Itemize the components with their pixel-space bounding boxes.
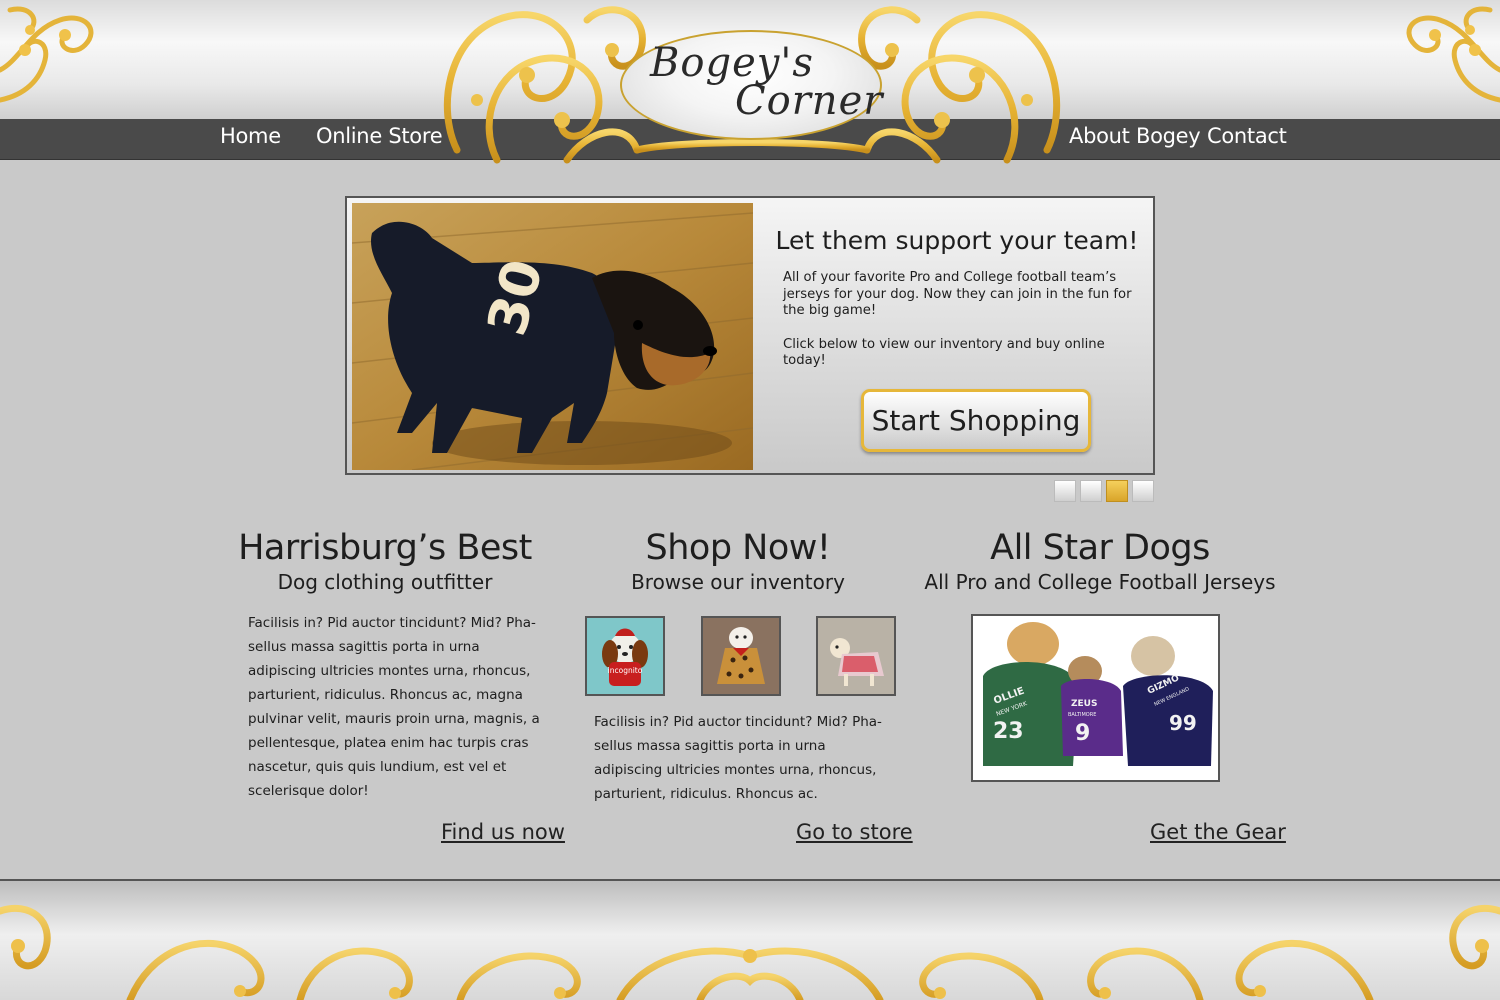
column-right-title: All Star Dogs	[990, 528, 1210, 568]
nav-home[interactable]: Home	[220, 124, 281, 148]
beagle-sweater-photo: incognito	[587, 618, 663, 694]
nav-online-store[interactable]: Online Store	[316, 124, 443, 148]
start-shopping-button[interactable]: Start Shopping	[861, 389, 1091, 452]
leopard-dress-photo	[703, 618, 779, 694]
footer-gold-ornament	[0, 904, 1500, 1000]
product-thumbnail-2[interactable]	[701, 616, 781, 696]
all-star-dogs-photo[interactable]: OLLIE NEW YORK 23 ZEUS BALTIMORE 9 GIZMO…	[971, 614, 1220, 782]
column-left-text: Facilisis in? Pid auctor tincidunt? Mid?…	[248, 615, 540, 799]
nav-about-bogey[interactable]: About Bogey	[1069, 124, 1201, 148]
hero-description: All of your favorite Pro and College foo…	[783, 270, 1135, 387]
column-middle-subtitle: Browse our inventory	[631, 570, 845, 594]
slide-dot-1[interactable]	[1054, 480, 1076, 502]
column-middle-title: Shop Now!	[645, 528, 831, 568]
hero-paragraph-1: All of your favorite Pro and College foo…	[783, 270, 1132, 318]
column-right-subtitle: All Pro and College Football Jerseys	[924, 570, 1276, 594]
column-left-subtitle: Dog clothing outfitter	[277, 570, 493, 594]
jersey-dogs-image: OLLIE NEW YORK 23 ZEUS BALTIMORE 9 GIZMO…	[973, 616, 1218, 780]
pink-dress-photo	[818, 618, 894, 694]
hero-paragraph-2: Click below to view our inventory and bu…	[783, 336, 1105, 369]
product-thumbnail-3[interactable]	[816, 616, 896, 696]
hero-dog-photo: 30	[352, 203, 753, 470]
hero-slider: 30 Let them support your team! All of yo…	[345, 196, 1155, 475]
hero-title: Let them support your team!	[775, 226, 1139, 255]
go-to-store-link[interactable]: Go to store	[796, 820, 913, 844]
column-middle-text: Facilisis in? Pid auctor tincidunt? Mid?…	[594, 714, 882, 802]
get-the-gear-link[interactable]: Get the Gear	[1150, 820, 1286, 844]
jersey-2-number: 9	[1075, 721, 1090, 746]
jersey-2-city: BALTIMORE	[1068, 712, 1096, 718]
slide-dot-4[interactable]	[1132, 480, 1154, 502]
logo-text-line2: Corner	[735, 78, 884, 124]
product-thumbnail-1[interactable]: incognito	[585, 616, 665, 696]
corner-ornament-top-left	[0, 6, 94, 103]
footer-banner	[0, 881, 1500, 1000]
corner-ornament-top-right	[1406, 6, 1500, 103]
column-left-title: Harrisburg’s Best	[238, 528, 532, 568]
thumbnail-sweater-label: incognito	[608, 666, 643, 675]
nav-contact[interactable]: Contact	[1207, 124, 1287, 148]
slide-dot-2[interactable]	[1080, 480, 1102, 502]
jersey-1-number: 23	[993, 719, 1024, 744]
jersey-3-number: 99	[1169, 711, 1197, 735]
jersey-2-name: ZEUS	[1071, 699, 1097, 709]
find-us-now-link[interactable]: Find us now	[441, 820, 565, 844]
slide-dot-3[interactable]	[1106, 480, 1128, 502]
